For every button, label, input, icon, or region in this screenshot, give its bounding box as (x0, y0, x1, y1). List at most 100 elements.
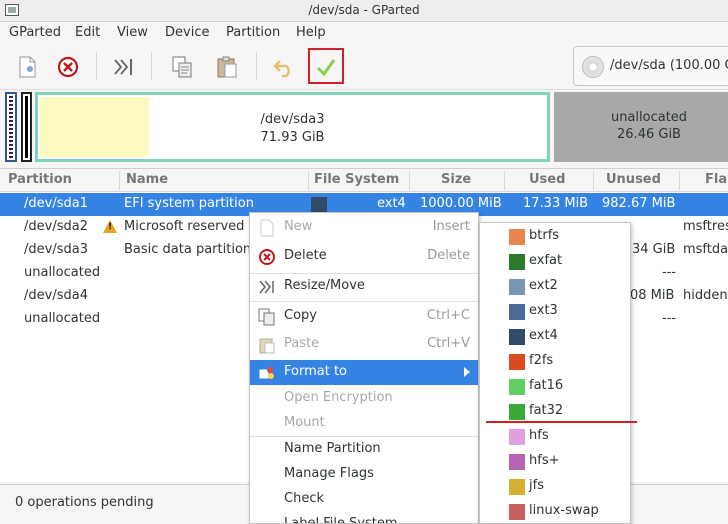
menubar: GParted Edit View Device Partition Help (0, 22, 728, 44)
new-document-icon (19, 56, 36, 78)
undo-icon (273, 60, 290, 78)
format-option-fat16[interactable]: fat16 (480, 373, 630, 398)
operations-pending-status: 0 operations pending (15, 495, 154, 510)
menu-view[interactable]: View (117, 25, 148, 40)
resize-move-button[interactable] (108, 51, 140, 83)
cell-used: 17.33 MiB (523, 196, 589, 211)
cell-flags: msftdata (683, 242, 728, 257)
cell-unused: --- (662, 311, 677, 326)
undo-button[interactable] (268, 51, 300, 83)
menu-item-delete[interactable]: Delete Delete (250, 244, 478, 269)
cell-name: EFI system partition (124, 196, 254, 211)
apply-highlight-box (308, 48, 344, 84)
map-unallocated[interactable]: unallocated 26.46 GiB (554, 92, 728, 162)
cell-partition: unallocated (24, 311, 101, 326)
map-partition-sda2[interactable] (21, 92, 32, 162)
format-icon (258, 364, 276, 382)
format-option-jfs[interactable]: jfs (480, 473, 630, 498)
format-option-hfsplus[interactable]: hfs+ (480, 448, 630, 473)
filesystem-color-swatch (509, 354, 525, 370)
partition-context-menu: New Insert Delete Delete Resize/Move Cop… (249, 212, 479, 524)
format-option-ext4[interactable]: ext4 (480, 323, 630, 348)
menu-item-resize-move[interactable]: Resize/Move (250, 274, 478, 299)
menu-item-copy[interactable]: Copy Ctrl+C (250, 304, 478, 329)
map-sda3-name: /dev/sda3 (260, 112, 325, 127)
menu-item-open-encryption[interactable]: Open Encryption (250, 386, 478, 411)
map-unallocated-size: 26.46 GiB (617, 127, 681, 142)
filesystem-color-swatch (311, 197, 327, 213)
menu-item-name-partition[interactable]: Name Partition (250, 437, 478, 462)
format-option-fat32[interactable]: fat32 (480, 398, 630, 423)
delete-partition-button[interactable] (52, 51, 84, 83)
filesystem-color-swatch (509, 254, 525, 270)
cell-flags: msftres (683, 219, 728, 234)
cell-unused: 34 GiB (632, 242, 676, 257)
column-header-unused[interactable]: Unused (606, 172, 661, 187)
menu-partition[interactable]: Partition (226, 25, 280, 40)
format-option-ext2[interactable]: ext2 (480, 273, 630, 298)
cell-name: Basic data partition (124, 242, 252, 257)
column-header-used[interactable]: Used (529, 172, 565, 187)
filesystem-color-swatch (509, 329, 525, 345)
window-title: /dev/sda - GParted (308, 3, 420, 17)
delete-icon (258, 248, 276, 266)
filesystem-color-swatch (509, 279, 525, 295)
cell-unused: 08 MiB (630, 288, 675, 303)
filesystem-color-swatch (509, 379, 525, 395)
format-option-f2fs[interactable]: f2fs (480, 348, 630, 373)
format-option-ext3[interactable]: ext3 (480, 298, 630, 323)
device-selector-label: /dev/sda (100.00 G (610, 58, 728, 73)
toolbar-separator (151, 52, 152, 80)
format-option-exfat[interactable]: exfat (480, 248, 630, 273)
filesystem-color-swatch (509, 429, 525, 445)
menu-item-manage-flags[interactable]: Manage Flags (250, 462, 478, 487)
toolbar-separator (96, 52, 97, 80)
format-option-hfs[interactable]: hfs (480, 423, 630, 448)
cell-filesystem: ext4 (377, 196, 406, 211)
column-header-size[interactable]: Size (441, 172, 471, 187)
table-header: Partition Name File System Size Used Unu… (0, 169, 728, 192)
map-sda3-size: 71.93 GiB (260, 130, 325, 145)
filesystem-color-swatch (509, 504, 525, 520)
map-unallocated-name: unallocated (610, 110, 688, 125)
menu-device[interactable]: Device (165, 25, 209, 40)
cell-unused: 982.67 MiB (602, 196, 676, 211)
device-selector[interactable]: /dev/sda (100.00 G (573, 46, 728, 86)
menu-item-new[interactable]: New Insert (250, 215, 478, 240)
map-partition-sda1[interactable] (5, 92, 17, 162)
cell-flags: hidden (683, 288, 728, 303)
column-header-filesystem[interactable]: File System (314, 172, 399, 187)
format-to-submenu: btrfs exfat ext2 ext3 ext4 f2fs fat16 fa… (479, 222, 631, 524)
map-partition-sda3[interactable]: /dev/sda3 71.93 GiB (35, 92, 550, 162)
cell-partition: /dev/sda3 (24, 242, 88, 257)
paste-icon (258, 336, 276, 354)
format-option-linux-swap[interactable]: linux-swap (480, 498, 630, 523)
menu-item-mount[interactable]: Mount (250, 411, 478, 436)
menu-item-label-file-system[interactable]: Label File System (250, 512, 478, 523)
disk-icon (582, 56, 604, 78)
column-header-partition[interactable]: Partition (8, 172, 72, 187)
filesystem-color-swatch (509, 229, 525, 245)
filesystem-color-swatch (509, 454, 525, 470)
cell-name: Microsoft reserved (124, 219, 245, 234)
cell-unused: --- (662, 265, 677, 280)
menu-item-format-to[interactable]: Format to (250, 360, 478, 385)
resize-icon (114, 59, 132, 75)
menu-help[interactable]: Help (296, 25, 326, 40)
column-header-flags[interactable]: Fla (705, 172, 727, 187)
cell-partition: /dev/sda1 (24, 196, 88, 211)
format-option-btrfs[interactable]: btrfs (480, 223, 630, 248)
paste-button[interactable] (211, 51, 243, 83)
menu-gparted[interactable]: GParted (9, 25, 61, 40)
window-titlebar: /dev/sda - GParted (0, 0, 728, 22)
menu-item-paste[interactable]: Paste Ctrl+V (250, 332, 478, 357)
copy-button[interactable] (166, 51, 198, 83)
cell-partition: /dev/sda4 (24, 288, 88, 303)
menu-edit[interactable]: Edit (75, 25, 100, 40)
cell-partition: unallocated (24, 265, 101, 280)
filesystem-color-swatch (509, 404, 525, 420)
new-partition-button[interactable] (11, 51, 43, 83)
menu-item-check[interactable]: Check (250, 487, 478, 512)
fat32-underline-annotation (486, 421, 637, 423)
column-header-name[interactable]: Name (126, 172, 168, 187)
